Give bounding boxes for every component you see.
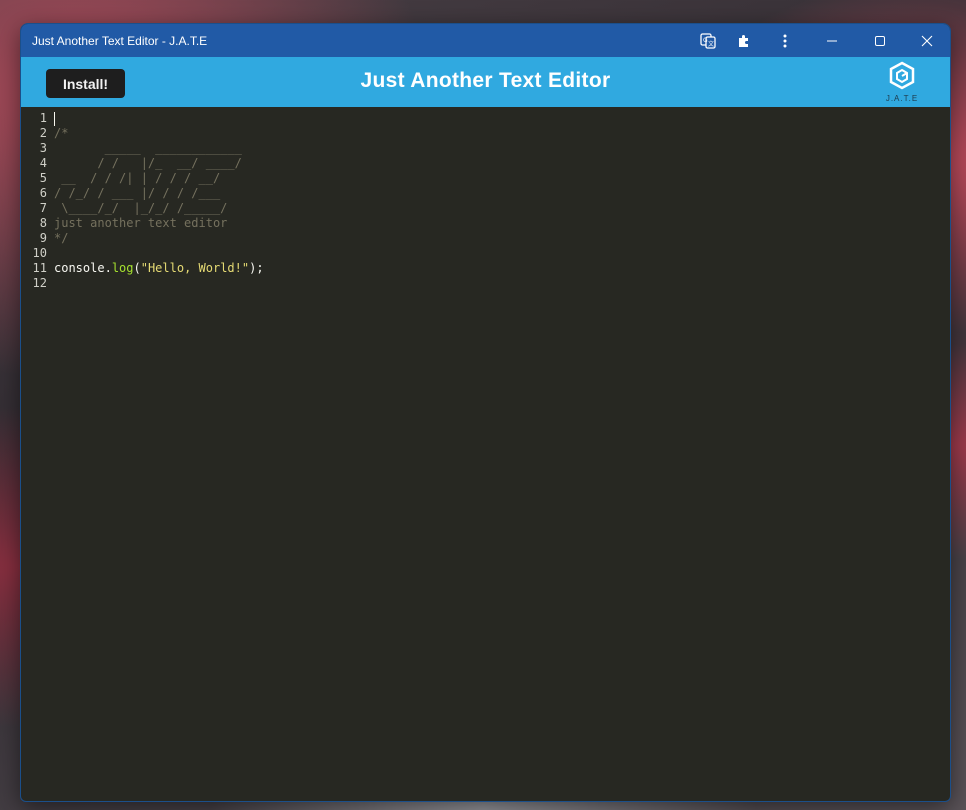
code-line: 3 _____ ____________ — [21, 141, 950, 156]
comment-text: /* — [54, 126, 69, 140]
code-line: 7 \____/_/ |_/_/ /_____/ — [21, 201, 950, 216]
code-function: log — [111, 261, 134, 275]
logo-icon — [889, 61, 915, 90]
ascii-art-text: __ / / /| | / / / __/ — [54, 171, 221, 185]
code-paren-close: ); — [249, 261, 264, 275]
code-line: 8 just another text editor — [21, 216, 950, 231]
line-number: 5 — [39, 171, 47, 185]
code-object: console — [54, 261, 105, 275]
code-string: "Hello, World!" — [140, 261, 250, 275]
line-number: 9 — [39, 231, 47, 245]
ascii-art-text: / /_/ / ___ |/ / / /___ — [54, 186, 221, 200]
ascii-art-text: / / |/_ __/ ____/ — [54, 156, 242, 170]
code-line: 12 — [21, 276, 950, 291]
app-title: Just Another Text Editor — [360, 69, 611, 92]
title-bar[interactable]: Just Another Text Editor - J.A.T.E G 文 — [21, 24, 950, 57]
ascii-art-text: \____/_/ |_/_/ /_____/ — [54, 201, 228, 215]
comment-text: */ — [54, 231, 69, 245]
code-line: 9 */ — [21, 231, 950, 246]
svg-text:文: 文 — [708, 40, 714, 48]
line-number: 12 — [32, 276, 47, 290]
code-line: 4 / / |/_ __/ ____/ — [21, 156, 950, 171]
code-line: 2 /* — [21, 126, 950, 141]
app-window: Just Another Text Editor - J.A.T.E G 文 I… — [20, 23, 951, 802]
extensions-icon[interactable] — [726, 24, 762, 57]
window-title: Just Another Text Editor - J.A.T.E — [32, 33, 208, 48]
maximize-icon[interactable] — [862, 24, 898, 57]
comment-text: just another text editor — [54, 216, 228, 230]
text-cursor — [54, 111, 55, 126]
more-icon[interactable] — [767, 24, 803, 57]
line-number: 2 — [39, 126, 47, 140]
code-line: 6 / /_/ / ___ |/ / / /___ — [21, 186, 950, 201]
line-number: 10 — [32, 246, 47, 260]
code-line: 1 — [21, 111, 950, 126]
jate-logo: J.A.T.E — [881, 61, 923, 105]
line-number: 4 — [39, 156, 47, 170]
line-content: console.log("Hello, World!"); — [54, 261, 264, 276]
line-number: 3 — [39, 141, 47, 155]
line-number: 6 — [39, 186, 47, 200]
line-number: 8 — [39, 216, 47, 230]
line-number: 7 — [39, 201, 47, 215]
translate-icon[interactable]: G 文 — [690, 24, 726, 57]
line-number: 11 — [32, 261, 47, 275]
ascii-art-text: _____ ____________ — [54, 141, 242, 155]
code-line: 11 console.log("Hello, World!"); — [21, 261, 950, 276]
line-content — [54, 111, 55, 126]
code-line: 5 __ / / /| | / / / __/ — [21, 171, 950, 186]
code-line: 10 — [21, 246, 950, 261]
code-dot: . — [104, 261, 112, 275]
line-number: 1 — [39, 111, 47, 125]
app-header: Install! Just Another Text Editor J.A.T.… — [21, 57, 950, 107]
code-paren-open: ( — [133, 261, 141, 275]
logo-text: J.A.T.E — [885, 94, 919, 103]
close-icon[interactable] — [909, 24, 945, 57]
minimize-icon[interactable] — [814, 24, 850, 57]
code-editor[interactable]: 1 2 /* 3 _____ ____________ 4 / / |/_ __… — [21, 107, 950, 801]
